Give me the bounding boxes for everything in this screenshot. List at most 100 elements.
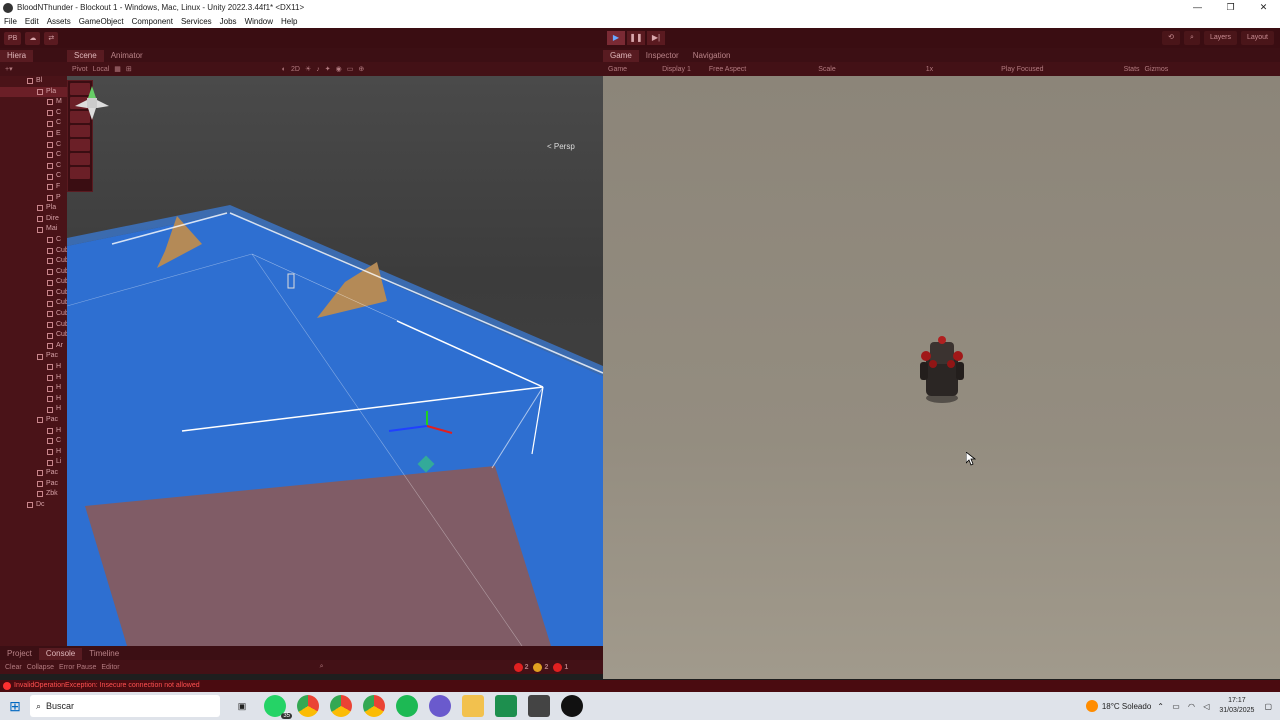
menu-services[interactable]: Services: [181, 17, 212, 26]
menu-window[interactable]: Window: [245, 17, 273, 26]
hierarchy-item[interactable]: Pac: [0, 479, 67, 490]
error-pause-button[interactable]: Error Pause: [59, 664, 96, 671]
hierarchy-item[interactable]: C: [0, 108, 67, 119]
account-button[interactable]: PB: [4, 31, 22, 45]
hierarchy-item[interactable]: Cub: [0, 330, 67, 341]
hierarchy-item[interactable]: Mai: [0, 224, 67, 235]
menu-gameobject[interactable]: GameObject: [79, 17, 124, 26]
play-button[interactable]: ▶: [607, 31, 625, 45]
tab-inspector[interactable]: Inspector: [639, 50, 686, 62]
hierarchy-item[interactable]: H: [0, 426, 67, 437]
hierarchy-item[interactable]: E: [0, 129, 67, 140]
hierarchy-item[interactable]: Cub: [0, 298, 67, 309]
hierarchy-item[interactable]: C: [0, 235, 67, 246]
chrome-profile-2-icon[interactable]: [330, 695, 352, 717]
menu-jobs[interactable]: Jobs: [220, 17, 237, 26]
pause-button[interactable]: ❚❚: [627, 31, 645, 45]
hierarchy-item[interactable]: Cub: [0, 288, 67, 299]
clock[interactable]: 17:17 31/03/2025: [1219, 696, 1254, 716]
custom-tool-button[interactable]: [70, 167, 90, 179]
hierarchy-item[interactable]: M: [0, 97, 67, 108]
perspective-label[interactable]: < Persp: [547, 142, 575, 151]
spotify-icon[interactable]: [396, 695, 418, 717]
message-count[interactable]: 1: [553, 662, 568, 672]
tab-timeline[interactable]: Timeline: [82, 648, 126, 660]
menu-file[interactable]: File: [4, 17, 17, 26]
close-button[interactable]: ✕: [1247, 0, 1280, 15]
file-explorer-icon[interactable]: [462, 695, 484, 717]
tab-navigation[interactable]: Navigation: [686, 50, 738, 62]
play-focused-dropdown[interactable]: Play Focused: [1001, 66, 1043, 73]
hierarchy-item[interactable]: P: [0, 193, 67, 204]
hierarchy-item[interactable]: C: [0, 161, 67, 172]
whatsapp-icon[interactable]: 35: [264, 695, 292, 719]
weather-icon[interactable]: [1085, 700, 1098, 712]
hierarchy-item[interactable]: Pac: [0, 351, 67, 362]
gizmos-dropdown[interactable]: Gizmos: [1145, 66, 1169, 73]
weather-text[interactable]: 18°C Soleado: [1102, 702, 1151, 711]
hierarchy-item[interactable]: Cub: [0, 277, 67, 288]
camera-icon[interactable]: ▭: [347, 65, 354, 73]
aspect-dropdown[interactable]: Free Aspect: [709, 66, 746, 73]
hierarchy-item[interactable]: Pla: [0, 86, 67, 98]
wifi-icon[interactable]: ◠: [1188, 702, 1195, 711]
tab-project[interactable]: Project: [0, 648, 39, 660]
clear-button[interactable]: Clear: [5, 664, 22, 671]
light-icon[interactable]: ☀: [305, 65, 311, 73]
error-count[interactable]: 2: [513, 662, 528, 672]
collab-icon[interactable]: ⇄: [44, 31, 59, 45]
hierarchy-item[interactable]: Pac: [0, 468, 67, 479]
volume-icon[interactable]: ◁: [1203, 702, 1209, 711]
collapse-button[interactable]: Collapse: [27, 664, 54, 671]
rect-tool-button[interactable]: [70, 139, 90, 151]
tab-console[interactable]: Console: [38, 648, 83, 660]
hierarchy-item[interactable]: H: [0, 447, 67, 458]
notifications-icon[interactable]: ▢: [1264, 702, 1272, 711]
chevron-up-icon[interactable]: ⌃: [1157, 702, 1164, 711]
chrome-icon[interactable]: [297, 695, 319, 717]
shading-icon[interactable]: ◐: [282, 66, 286, 73]
pivot-dropdown[interactable]: Pivot: [72, 66, 88, 73]
hierarchy-item[interactable]: H: [0, 404, 67, 415]
hierarchy-item[interactable]: Bl: [0, 76, 67, 87]
tab-hierarchy[interactable]: Hiera: [0, 50, 34, 62]
effects-icon[interactable]: ✦: [325, 65, 331, 73]
game-type-dropdown[interactable]: Game: [608, 66, 627, 73]
warning-count[interactable]: 2: [533, 662, 548, 672]
hierarchy-item[interactable]: F: [0, 182, 67, 193]
hierarchy-item[interactable]: Cub: [0, 246, 67, 257]
step-button[interactable]: ▶|: [647, 31, 665, 45]
menu-help[interactable]: Help: [281, 17, 297, 26]
hierarchy-item[interactable]: Ar: [0, 341, 67, 352]
hierarchy-item[interactable]: C: [0, 436, 67, 447]
game-view[interactable]: [603, 76, 1280, 679]
unity-editor-icon[interactable]: [561, 695, 583, 717]
grid-icon[interactable]: ⊞: [126, 65, 132, 73]
task-view-icon[interactable]: ▣: [231, 695, 253, 717]
hierarchy-item[interactable]: C: [0, 118, 67, 129]
hierarchy-item[interactable]: Cub: [0, 309, 67, 320]
scale-value[interactable]: 1x: [926, 66, 933, 73]
hierarchy-item[interactable]: Cub: [0, 256, 67, 267]
scene-view[interactable]: < Persp: [67, 76, 603, 646]
transform-tool-button[interactable]: [70, 153, 90, 165]
display-dropdown[interactable]: Display 1: [662, 66, 691, 73]
tab-animator[interactable]: Animator: [104, 50, 150, 62]
hierarchy-item[interactable]: Zbk: [0, 489, 67, 500]
hierarchy-item[interactable]: Pla: [0, 203, 67, 214]
history-icon[interactable]: ⟲: [1162, 31, 1181, 45]
hierarchy-item[interactable]: Pac: [0, 415, 67, 426]
hierarchy-item[interactable]: Dire: [0, 214, 67, 225]
add-icon[interactable]: +▾: [5, 65, 13, 73]
local-dropdown[interactable]: Local: [93, 66, 110, 73]
tab-game[interactable]: Game: [603, 50, 639, 62]
hierarchy-item[interactable]: H: [0, 383, 67, 394]
hierarchy-item[interactable]: H: [0, 362, 67, 373]
hierarchy-item[interactable]: C: [0, 171, 67, 182]
console-search-icon[interactable]: ⌕: [320, 663, 324, 671]
windows-start-icon[interactable]: ⊞: [0, 698, 30, 715]
tab-scene[interactable]: Scene: [67, 50, 104, 62]
excel-icon[interactable]: [495, 695, 517, 717]
2d-toggle[interactable]: 2D: [291, 66, 300, 73]
search-icon[interactable]: ⌕: [1184, 31, 1200, 45]
